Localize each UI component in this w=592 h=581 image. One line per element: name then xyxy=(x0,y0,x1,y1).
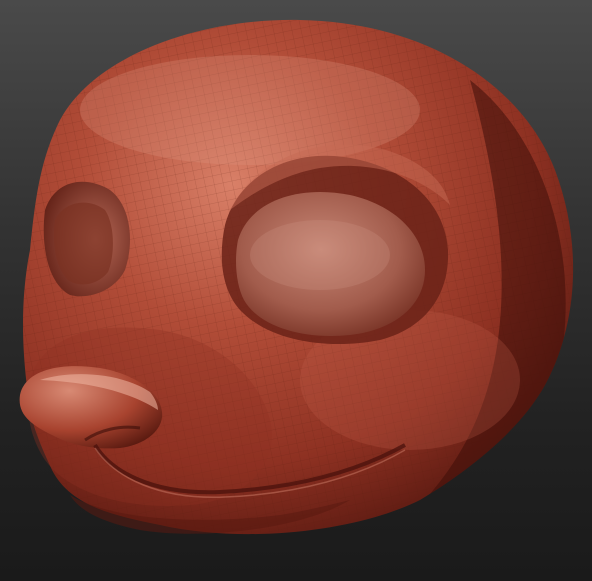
viewport-canvas[interactable] xyxy=(0,0,592,581)
left-eye-socket xyxy=(43,181,130,297)
sculpt-render xyxy=(19,19,574,535)
